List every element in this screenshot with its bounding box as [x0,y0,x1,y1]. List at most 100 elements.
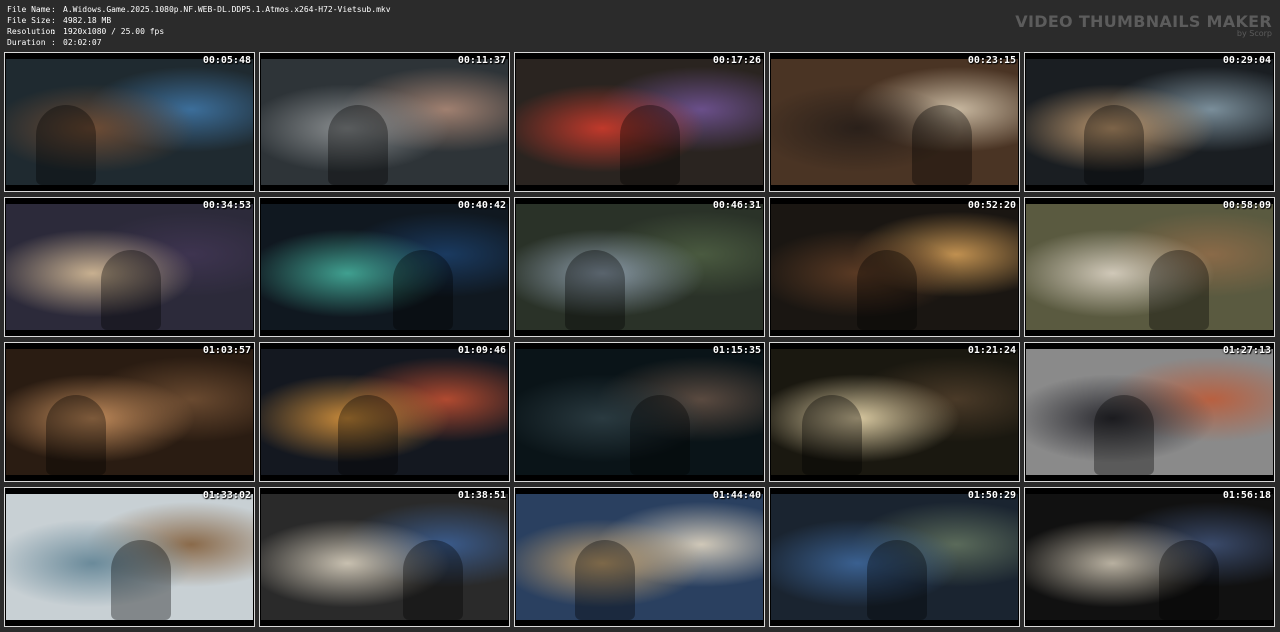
scene-subject [1159,540,1219,620]
timestamp: 01:03:57 [202,345,251,356]
thumbnail-image-office-desk [771,59,1018,185]
scene-subject [802,395,862,475]
thumbnail[interactable]: 01:50:29 [769,487,1020,627]
timestamp: 01:27:13 [1222,345,1271,356]
thumbnail-image-phone-screen [261,204,508,330]
thumbnail-image-man-dark-room [771,204,1018,330]
thumbnail[interactable]: 01:21:24 [769,342,1020,482]
timestamp: 01:50:29 [967,490,1016,501]
file-size-value: 4982.18 MB [63,16,112,25]
thumbnail-image-police-hallway [516,494,763,620]
thumbnail[interactable]: 01:33:02 [4,487,255,627]
thumbnail[interactable]: 00:34:53 [4,197,255,337]
scene-subject [403,540,463,620]
file-name-row: File Name : A.Widows.Game.2025.1080p.NF.… [7,4,391,15]
thumbnail[interactable]: 00:17:26 [514,52,765,192]
thumbnail-image-church-flowers [516,59,763,185]
scene-subject [1084,105,1144,185]
scene-subject [620,105,680,185]
thumbnail[interactable]: 00:58:09 [1024,197,1275,337]
timestamp: 00:11:37 [457,55,506,66]
thumbnail-image-woman-night-car [6,59,253,185]
thumbnail-image-city-view [516,204,763,330]
scene-subject [36,105,96,185]
timestamp: 01:38:51 [457,490,506,501]
file-name-value: A.Widows.Game.2025.1080p.NF.WEB-DL.DDP5.… [63,5,391,14]
thumbnail[interactable]: 00:52:20 [769,197,1020,337]
resolution-value: 1920x1080 / 25.00 fps [63,27,165,36]
timestamp: 01:56:18 [1222,490,1271,501]
thumbnail-image-woman-driving [1026,59,1273,185]
file-name-label: File Name [7,5,51,14]
header: File Name : A.Widows.Game.2025.1080p.NF.… [0,0,1280,50]
scene-subject [565,250,625,330]
thumbnail-image-woman-outdoor-table [1026,204,1273,330]
scene-subject [1149,250,1209,330]
thumbnail-image-wedding-hall [6,204,253,330]
scene-subject [1094,395,1154,475]
file-size-label: File Size [7,16,51,25]
timestamp: 01:44:40 [712,490,761,501]
thumbnail-image-man-bed [6,349,253,475]
scene-subject [393,250,453,330]
resolution-row: Resolution : 1920x1080 / 25.00 fps [7,26,391,37]
duration-value: 02:02:07 [63,38,102,47]
resolution-label: Resolution [7,27,56,36]
thumbnail[interactable]: 01:15:35 [514,342,765,482]
thumbnail[interactable]: 00:11:37 [259,52,510,192]
timestamp: 01:09:46 [457,345,506,356]
thumbnail[interactable]: 00:29:04 [1024,52,1275,192]
thumbnail-image-man-cap-dark [516,349,763,475]
scene-subject [46,395,106,475]
scene-subject [857,250,917,330]
file-info: File Name : A.Widows.Game.2025.1080p.NF.… [7,4,391,48]
thumbnail-image-police-office [261,494,508,620]
timestamp: 01:15:35 [712,345,761,356]
scene-subject [328,105,388,185]
file-size-row: File Size : 4982.18 MB [7,15,391,26]
thumbnail[interactable]: 01:09:46 [259,342,510,482]
thumbnail[interactable]: 01:27:13 [1024,342,1275,482]
timestamp: 00:58:09 [1222,200,1271,211]
timestamp: 00:40:42 [457,200,506,211]
thumbnail-image-courtroom [1026,494,1273,620]
thumbnail[interactable]: 00:23:15 [769,52,1020,192]
timestamp: 00:34:53 [202,200,251,211]
scene-subject [111,540,171,620]
thumbnail[interactable]: 01:38:51 [259,487,510,627]
timestamp: 01:21:24 [967,345,1016,356]
thumbnail[interactable]: 00:40:42 [259,197,510,337]
duration-label: Duration [7,38,46,47]
scene-subject [101,250,161,330]
timestamp: 00:46:31 [712,200,761,211]
timestamp: 00:05:48 [202,55,251,66]
thumbnail[interactable]: 01:56:18 [1024,487,1275,627]
scene-subject [867,540,927,620]
timestamp: 01:33:02 [202,490,251,501]
thumbnail-image-living-room [6,494,253,620]
thumbnail-image-woman-window [771,349,1018,475]
thumbnail-grid: 00:05:48 00:11:37 00:17:26 00:23:15 00:29:04… [4,52,1276,628]
thumbnail[interactable]: 01:44:40 [514,487,765,627]
separator: : [51,16,56,25]
duration-row: Duration : 02:02:07 [7,37,391,48]
scene-subject [338,395,398,475]
timestamp: 00:23:15 [967,55,1016,66]
thumbnail[interactable]: 00:46:31 [514,197,765,337]
separator: : [51,5,56,14]
brand-title: VIDEO THUMBNAILS MAKER [1015,12,1272,31]
thumbnail-image-woman-office [261,59,508,185]
thumbnail-image-man-glasses-car [261,349,508,475]
timestamp: 00:52:20 [967,200,1016,211]
timestamp: 00:29:04 [1222,55,1271,66]
timestamp: 00:17:26 [712,55,761,66]
brand-logo: VIDEO THUMBNAILS MAKER by Scorp [1015,12,1272,38]
scene-subject [912,105,972,185]
thumbnail-image-man-building [1026,349,1273,475]
thumbnail[interactable]: 01:03:57 [4,342,255,482]
scene-subject [575,540,635,620]
scene-subject [630,395,690,475]
thumbnail[interactable]: 00:05:48 [4,52,255,192]
separator: : [51,38,56,47]
separator: : [51,27,56,36]
